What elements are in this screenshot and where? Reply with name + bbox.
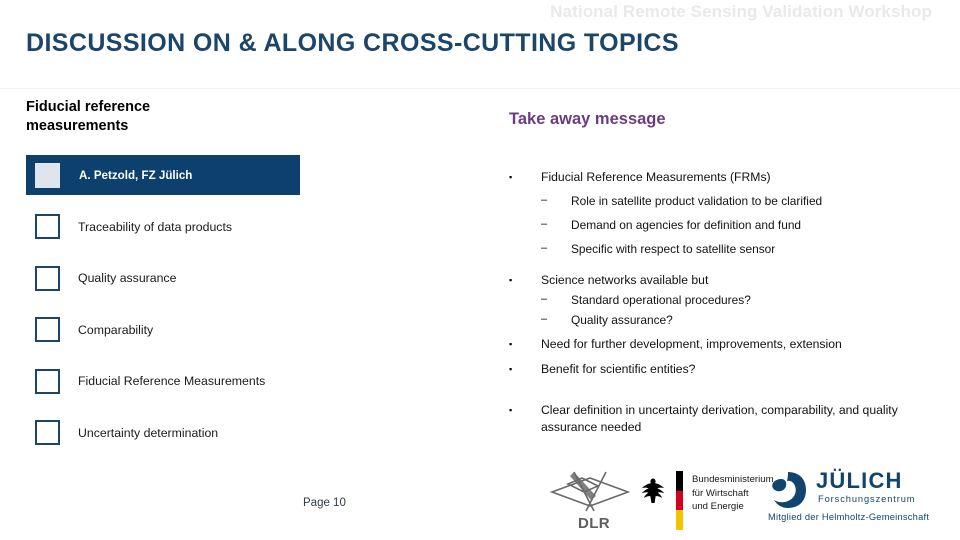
bullet-level2: – Role in satellite product validation t…: [509, 193, 939, 210]
juelich-logo: JÜLICH Forschungszentrum Mitglied der He…: [768, 466, 946, 532]
bullet-level1: ▪ Clear definition in uncertainty deriva…: [509, 402, 939, 437]
bullet-level2: – Specific with respect to satellite sen…: [509, 241, 939, 258]
bullet-text: Standard operational procedures?: [571, 293, 751, 308]
bullet-level1: ▪ Need for further development, improvem…: [509, 336, 939, 353]
right-column: Take away message ▪ Fiducial Reference M…: [509, 110, 939, 440]
dash-bullet-icon: –: [541, 293, 548, 306]
topic-label: Traceability of data products: [78, 219, 233, 234]
bullet-level2: – Standard operational procedures?: [509, 292, 939, 309]
bullet-level1: ▪ Fiducial Reference Measurements (FRMs): [509, 169, 939, 186]
dash-bullet-icon: –: [541, 242, 548, 255]
bmwi-line-3: und Energie: [692, 501, 744, 513]
bmwi-line-2: für Wirtschaft: [692, 487, 749, 499]
square-bullet-icon: ▪: [509, 339, 513, 350]
bullet-text: Benefit for scientific entities?: [541, 361, 696, 376]
topic-item-comparability[interactable]: Comparability: [26, 310, 446, 350]
checkbox-icon[interactable]: [35, 162, 60, 188]
topic-label: Uncertainty determination: [78, 425, 219, 440]
bullet-level1: ▪ Benefit for scientific entities?: [509, 361, 939, 378]
square-bullet-icon: ▪: [509, 363, 513, 374]
dash-bullet-icon: –: [541, 194, 548, 207]
title-divider: [0, 88, 960, 89]
dash-bullet-icon: –: [541, 313, 548, 326]
topic-list: A. Petzold, FZ Jülich Traceability of da…: [26, 155, 446, 453]
bullet-text: Role in satellite product validation to …: [571, 194, 823, 209]
bullet-level1: ▪ Science networks available but: [509, 272, 939, 289]
topic-item-traceability[interactable]: Traceability of data products: [26, 207, 446, 247]
takeaway-bullet-list: ▪ Fiducial Reference Measurements (FRMs)…: [509, 169, 939, 437]
juelich-wordmark: JÜLICH: [816, 468, 903, 493]
bullet-text: Quality assurance?: [571, 313, 673, 328]
bmwi-wordmark: Bundesministerium für Wirtschaft und Ene…: [692, 473, 774, 514]
checkbox-icon[interactable]: [35, 420, 60, 446]
checkbox-icon[interactable]: [35, 214, 60, 240]
slide-canvas: National Remote Sensing Validation Works…: [0, 0, 960, 540]
bullet-text: Science networks available but: [541, 273, 709, 288]
bullet-text: Specific with respect to satellite senso…: [571, 242, 776, 257]
topic-label: Fiducial Reference Measurements: [78, 374, 266, 389]
dash-bullet-icon: –: [541, 218, 548, 231]
bullet-level2: – Demand on agencies for definition and …: [509, 217, 939, 234]
german-flag-icon: [676, 471, 683, 530]
topic-label: Comparability: [78, 322, 154, 337]
dlr-mark-icon: [549, 471, 631, 512]
juelich-swoosh-icon: [772, 472, 806, 508]
juelich-membership: Mitglied der Helmholtz-Gemeinschaft: [768, 512, 930, 522]
topic-item-fiducial-reference-measurements[interactable]: Fiducial Reference Measurements: [26, 361, 446, 401]
square-bullet-icon: ▪: [509, 172, 513, 182]
topic-item-uncertainty-determination[interactable]: Uncertainty determination: [26, 413, 446, 453]
federal-eagle-icon: [641, 478, 665, 503]
bullet-text: Demand on agencies for definition and fu…: [571, 218, 802, 233]
bmwi-line-1: Bundesministerium: [692, 474, 774, 485]
logo-strip: DLR Bundesministerium für Wirtschaft und…: [530, 462, 950, 534]
workshop-banner: National Remote Sensing Validation Works…: [550, 2, 932, 21]
checkbox-icon[interactable]: [35, 265, 60, 291]
takeaway-heading: Take away message: [509, 110, 666, 128]
bullet-text: Fiducial Reference Measurements (FRMs): [541, 170, 771, 184]
left-column-heading: Fiducial reference measurements: [26, 99, 151, 134]
page-title: DISCUSSION ON & ALONG CROSS-CUTTING TOPI…: [26, 29, 679, 57]
bullet-level2: – Quality assurance?: [509, 312, 939, 329]
dlr-wordmark: DLR: [578, 515, 611, 532]
checkbox-icon[interactable]: [35, 317, 60, 343]
bmwi-logo: Bundesministerium für Wirtschaft und Ene…: [638, 468, 786, 530]
checkbox-icon[interactable]: [35, 368, 60, 394]
topic-item-speaker[interactable]: A. Petzold, FZ Jülich: [26, 155, 300, 196]
dlr-logo: DLR: [544, 466, 636, 532]
square-bullet-icon: ▪: [509, 275, 513, 286]
bullet-text: Clear definition in uncertainty derivati…: [541, 402, 898, 435]
topic-label: A. Petzold, FZ Jülich: [79, 168, 193, 182]
juelich-subtitle: Forschungszentrum: [818, 494, 916, 504]
bullet-text: Need for further development, improvemen…: [541, 337, 842, 352]
topic-item-quality-assurance[interactable]: Quality assurance: [26, 258, 446, 298]
square-bullet-icon: ▪: [509, 404, 513, 415]
left-column: Fiducial reference measurements A. Petzo…: [26, 98, 446, 464]
topic-label: Quality assurance: [78, 271, 177, 286]
page-number: Page 10: [303, 497, 346, 509]
